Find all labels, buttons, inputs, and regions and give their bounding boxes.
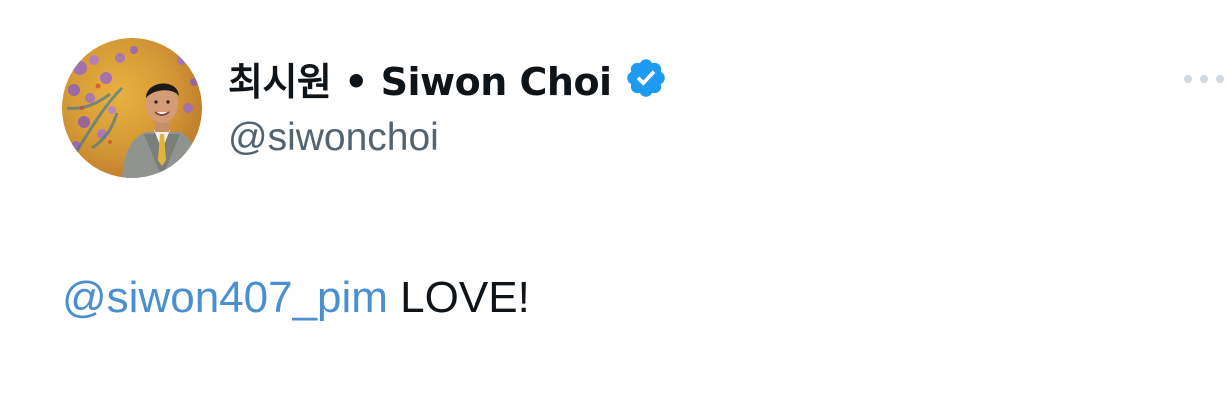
tweet-text: @siwon407_pim LOVE! [62,270,530,326]
more-options-icon[interactable] [1176,64,1227,94]
author-display-name[interactable]: 최시원 • Siwon Choi [228,51,612,106]
verified-badge-icon[interactable] [624,56,668,100]
tweet-body-text: LOVE! [387,273,530,322]
mention-link[interactable]: @siwon407_pim [62,273,388,322]
author-avatar[interactable] [62,38,202,178]
tweet-card: 최시원 • Siwon Choi @siwonchoi @siwon407_pi… [0,0,1227,409]
author-handle[interactable]: @siwonchoi [228,116,439,160]
author-name-row: 최시원 • Siwon Choi [228,52,668,104]
avatar-image [62,38,202,178]
